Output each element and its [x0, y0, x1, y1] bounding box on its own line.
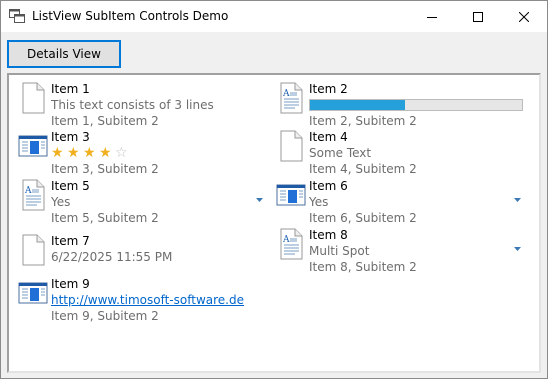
- item-title: Item 7: [51, 234, 90, 248]
- list-item-3[interactable]: Item 3 ★ ★ ★ ★ ☆ Item 3, Subitem 2: [11, 126, 261, 176]
- svg-text:A: A: [24, 186, 32, 196]
- item-title: Item 8: [309, 228, 348, 242]
- item-title: Item 3: [51, 130, 90, 144]
- item-hyperlink[interactable]: http://www.timosoft-software.de: [51, 292, 261, 308]
- item-subitem-1: Some Text: [309, 146, 372, 160]
- star-filled-icon[interactable]: ★: [99, 145, 115, 161]
- star-empty-icon[interactable]: ☆: [115, 145, 131, 161]
- item-subitem-1: This text consists of 3 lines: [51, 98, 214, 112]
- wordpad-document-icon: A: [280, 228, 303, 260]
- svg-text:A: A: [282, 89, 290, 99]
- item-title: Item 4: [309, 130, 348, 144]
- list-item-8[interactable]: A Item 8 Multi Spot Item 8, Subitem 2: [269, 224, 521, 274]
- progress-bar: [309, 99, 523, 111]
- star-filled-icon[interactable]: ★: [51, 145, 67, 161]
- list-item-9[interactable]: Item 9 http://www.timosoft-software.de I…: [11, 273, 261, 323]
- title-bar[interactable]: ListView SubItem Controls Demo: [1, 1, 547, 32]
- list-item-2[interactable]: A Item 2 Item 2, Subitem 2: [269, 78, 523, 128]
- list-item-4[interactable]: Item 4 Some Text Item 4, Subitem 2: [269, 126, 519, 176]
- details-view-button[interactable]: Details View: [7, 40, 121, 68]
- list-item-7[interactable]: Item 7 6/22/2025 11:55 PM: [11, 230, 261, 278]
- star-filled-icon[interactable]: ★: [67, 145, 83, 161]
- list-view[interactable]: Item 1 This text consists of 3 lines Ite…: [7, 73, 541, 373]
- blank-document-icon: [22, 234, 45, 266]
- item-subitem-2: Item 5, Subitem 2: [51, 211, 159, 225]
- chevron-down-icon[interactable]: [256, 198, 263, 202]
- item-combo-value[interactable]: Yes: [309, 194, 519, 210]
- minimize-icon: [427, 16, 437, 18]
- chevron-down-icon[interactable]: [514, 198, 521, 202]
- item-title: Item 5: [51, 179, 90, 193]
- star-rating[interactable]: ★ ★ ★ ★ ☆: [51, 145, 261, 161]
- window-title: ListView SubItem Controls Demo: [32, 9, 229, 23]
- minimize-button[interactable]: [409, 1, 455, 32]
- blank-document-icon: [280, 130, 303, 162]
- item-date-value[interactable]: 6/22/2025 11:55 PM: [51, 249, 261, 265]
- maximize-icon: [473, 11, 483, 22]
- maximize-button[interactable]: [455, 1, 501, 32]
- chevron-down-icon[interactable]: [514, 247, 521, 251]
- window-icon: [276, 184, 306, 206]
- window-icon: [18, 282, 48, 304]
- item-title: Item 2: [309, 82, 348, 96]
- star-filled-icon[interactable]: ★: [83, 145, 99, 161]
- wordpad-document-icon: A: [280, 82, 303, 114]
- app-window: ListView SubItem Controls Demo Details V…: [0, 0, 548, 379]
- window-icon: [18, 135, 48, 157]
- close-button[interactable]: [501, 1, 547, 32]
- item-title: Item 9: [51, 277, 90, 291]
- item-combo-value[interactable]: Yes: [51, 194, 261, 210]
- list-item-6[interactable]: Item 6 Yes Item 6, Subitem 2: [269, 175, 521, 225]
- item-subitem-2: Item 9, Subitem 2: [51, 309, 159, 323]
- blank-document-icon: [22, 82, 45, 114]
- item-combo-value[interactable]: Multi Spot: [309, 243, 519, 259]
- progress-fill: [310, 100, 406, 110]
- list-item-1[interactable]: Item 1 This text consists of 3 lines Ite…: [11, 78, 261, 128]
- svg-text:A: A: [282, 235, 290, 245]
- item-title: Item 6: [309, 179, 348, 193]
- item-subitem-2: Item 8, Subitem 2: [309, 260, 417, 274]
- item-title: Item 1: [51, 82, 90, 96]
- close-icon: [519, 11, 529, 22]
- list-item-5[interactable]: A Item 5 Yes Item 5, Subitem 2: [11, 175, 263, 225]
- wordpad-document-icon: A: [22, 179, 45, 211]
- app-icon: [9, 9, 25, 23]
